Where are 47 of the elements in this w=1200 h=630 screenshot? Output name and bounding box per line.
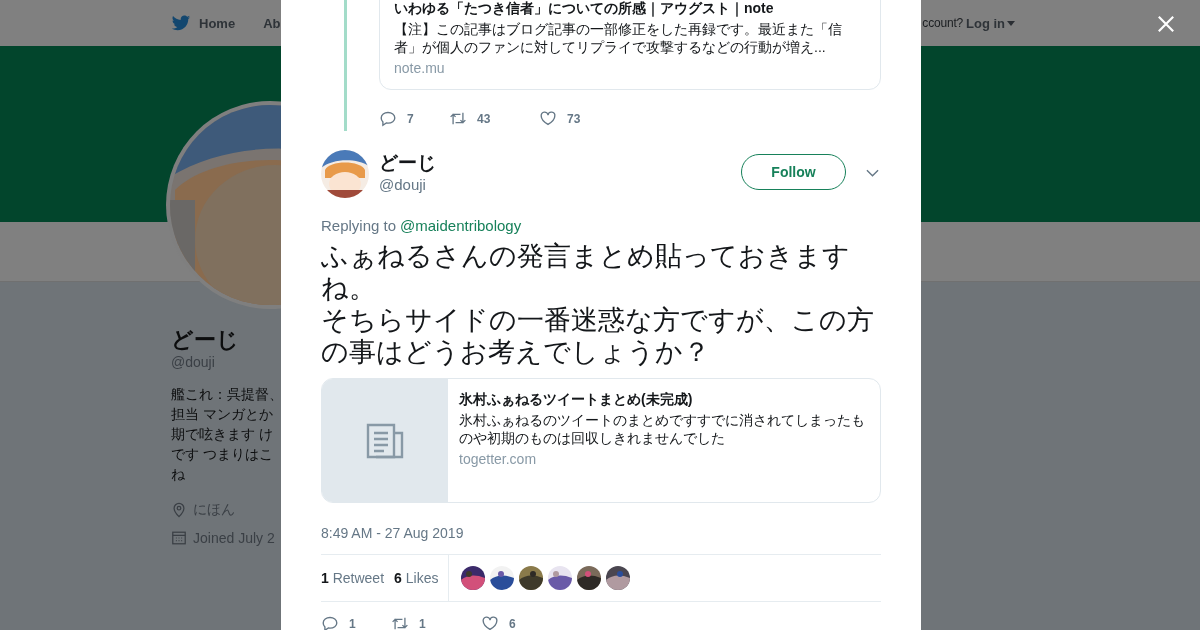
tweet-text: そちらサイドの一番迷惑な方ですが、この方の事はどうお考えでしょうか？ <box>321 304 875 368</box>
user-name[interactable]: どーじ <box>379 151 436 175</box>
card-domain: togetter.com <box>459 451 538 467</box>
retweet-count: 43 <box>477 111 491 126</box>
document-icon <box>365 422 404 459</box>
retweet-count: 1 <box>419 616 426 630</box>
login-prompt: ccount? <box>922 16 963 30</box>
link-card[interactable]: 氷村ふぁねるツイートまとめ(未完成) 氷村ふぁねるのツイートのまとめですすでに消されてしまったものや初期のものは回収しきれませんでした togetter.com <box>321 378 881 503</box>
profile-name: どーじ <box>171 326 239 354</box>
reply-icon[interactable] <box>321 615 339 630</box>
bio-line: 担当 マンガとか <box>171 405 274 424</box>
about-link[interactable]: Ab <box>263 15 281 31</box>
like-count: 6 <box>509 616 516 630</box>
bio-line: です つまりはこ <box>171 445 274 464</box>
user-handle[interactable]: @douji <box>379 176 436 193</box>
reply-icon[interactable] <box>379 110 397 127</box>
reply-count: 1 <box>349 616 356 630</box>
calendar-icon <box>171 530 187 546</box>
link-card[interactable]: いわゆる「たつき信者」についての所感｜アウグスト｜note 【注】この記事はブログ記事の一部修正をした再録です。最近また「信者」が個人のファンに対してリプライで攻撃するなどの行動が増え... note.mu <box>379 0 881 90</box>
retweet-icon[interactable] <box>391 615 409 630</box>
caret-icon <box>1007 20 1015 26</box>
like-count: 73 <box>567 111 581 126</box>
retweet-icon[interactable] <box>449 110 467 127</box>
replying-label: Replying to <box>321 217 397 234</box>
like-stat[interactable]: 6 Likes <box>394 570 439 586</box>
heart-icon[interactable] <box>481 615 499 630</box>
tweet-text: ふぁねるさんの発言まとめ貼っておきますね。 <box>321 240 851 304</box>
close-icon[interactable] <box>1157 15 1175 33</box>
follow-button[interactable]: Follow <box>741 154 846 190</box>
bio-line: 期で呟きます け <box>171 425 274 444</box>
card-title: いわゆる「たつき信者」についての所感｜アウグスト｜note <box>394 0 775 17</box>
location-pin-icon <box>171 502 187 518</box>
reply-count: 7 <box>407 111 414 126</box>
bio-line: ね <box>171 465 186 484</box>
mention-link[interactable]: @maidentribology <box>400 217 522 234</box>
card-domain: note.mu <box>394 60 446 76</box>
card-description: 【注】この記事はブログ記事の一部修正をした再録です。最近また「信者」が個人のファンに対してリプライで攻撃するなどの行動が増え... <box>394 20 843 56</box>
retweet-stat[interactable]: 1 Retweet <box>321 570 385 586</box>
bird-icon[interactable] <box>171 14 191 32</box>
tweet-timestamp[interactable]: 8:49 AM - 27 Aug 2019 <box>321 525 881 555</box>
login-link[interactable]: Log in <box>966 15 1015 31</box>
bio-line: 艦これ：呉提督、 <box>171 385 283 404</box>
card-title: 氷村ふぁねるツイートまとめ(未完成) <box>459 390 694 408</box>
card-description: 氷村ふぁねるのツイートのまとめですすでに消されてしまったものや初期のものは回収しきれませんでした <box>459 411 866 447</box>
home-link[interactable]: Home <box>199 15 236 31</box>
chevron-down-icon[interactable] <box>866 169 879 177</box>
heart-icon[interactable] <box>539 110 557 127</box>
